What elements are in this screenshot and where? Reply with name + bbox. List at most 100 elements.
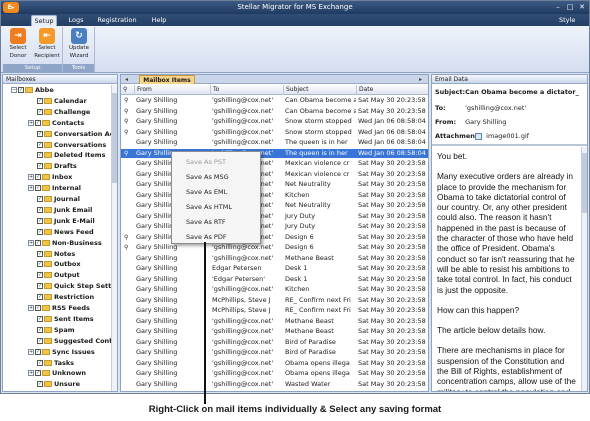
mail-row[interactable]: Gary Shilling 'gshilling@cox.net' Obama op… <box>121 369 428 378</box>
folder-checkbox[interactable]: ✓ <box>35 370 41 377</box>
tree-item[interactable]: ✓ Conversations <box>28 140 106 150</box>
folder-checkbox[interactable]: ✓ <box>37 294 43 301</box>
tree-item[interactable]: ✓ Challenge <box>28 107 90 117</box>
expand-icon[interactable]: + <box>28 119 34 126</box>
mail-row[interactable]: ⚲ Gary Shilling 'gshilling@cox.net' Snow st… <box>121 117 428 126</box>
mail-row[interactable]: Gary Shilling'gshilling@cox.net'Jury Dut… <box>121 222 428 231</box>
folder-checkbox[interactable]: ✓ <box>37 196 43 202</box>
menu-item-save-as-pdf[interactable]: Save As PDF <box>172 230 260 245</box>
mail-row[interactable]: Gary Shilling'gshilling@cox.net'Net Neut… <box>121 201 428 210</box>
folder-checkbox[interactable]: ✓ <box>35 119 41 126</box>
mail-row[interactable]: ⚲ Gary Shilling 'gshilling@cox.net' Snow st… <box>121 128 428 137</box>
folder-checkbox[interactable]: ✓ <box>37 250 43 257</box>
mail-row[interactable]: ⚲ Gary Shilling 'gshilling@cox.net' Can Oba… <box>121 96 428 105</box>
tree-item[interactable]: + ✓ Non-Business <box>28 238 102 248</box>
tree-item[interactable]: + ✓ Contacts <box>28 118 84 128</box>
tree-item[interactable]: ✓ Conversation Actio <box>28 129 117 139</box>
folder-checkbox[interactable]: ✓ <box>37 381 43 388</box>
tree-item[interactable]: − ✓ Abbe <box>11 85 54 95</box>
tree-item[interactable]: ✓ Outbox <box>28 259 81 269</box>
select-recipient-button[interactable]: ⇤ Select Recipient <box>33 28 61 62</box>
tree-item[interactable]: ✓ Deleted Items <box>28 150 105 160</box>
tab-next-arrow-icon[interactable]: ▸ <box>419 75 422 84</box>
collapse-icon[interactable]: − <box>11 87 17 93</box>
email-body-scrollbar[interactable] <box>581 147 587 391</box>
tree-item[interactable]: ✓ Spam <box>28 325 75 335</box>
tree-item[interactable]: ✓ Junk E-Mail <box>28 216 95 226</box>
tree-item[interactable]: + ✓ Sync Issues <box>28 347 95 357</box>
expand-icon[interactable]: + <box>28 239 34 246</box>
close-button[interactable]: ✕ <box>577 3 587 12</box>
tab-mailbox-items[interactable]: Mailbox Items <box>139 75 195 84</box>
folder-checkbox[interactable]: ✓ <box>35 185 41 192</box>
mail-row[interactable]: Gary Shilling Edgar Petersen Desk 1 Sat May… <box>121 264 428 273</box>
mail-row[interactable]: Gary Shilling'gshilling@cox.net'Mexican … <box>121 159 428 168</box>
expand-icon[interactable]: + <box>28 305 34 311</box>
folder-checkbox[interactable]: ✓ <box>37 315 43 322</box>
column-date[interactable]: Date <box>356 85 428 95</box>
tab-prev-arrow-icon[interactable]: ◂ <box>125 75 128 84</box>
folder-checkbox[interactable]: ✓ <box>35 348 41 355</box>
menu-item-save-as-eml[interactable]: Save As EML <box>172 185 260 200</box>
mail-row[interactable]: Gary Shilling McPhillips, Steve J RE_ Conf… <box>121 296 428 305</box>
folder-checkbox[interactable]: ✓ <box>35 305 41 311</box>
mail-row[interactable]: Gary Shilling 'gshilling@cox.net' Bird of … <box>121 338 428 347</box>
column-attachment-icon[interactable]: ⚲ <box>121 85 134 95</box>
tree-item[interactable]: ✓ Quick Step Setting <box>28 281 117 291</box>
expand-icon[interactable]: + <box>28 370 34 377</box>
tab-registration[interactable]: Registration <box>93 15 141 26</box>
minimize-button[interactable]: – <box>553 3 563 12</box>
tab-setup[interactable]: Setup <box>31 15 57 26</box>
folder-checkbox[interactable]: ✓ <box>37 217 43 224</box>
tree-item[interactable]: ✓ Restriction <box>28 292 94 302</box>
mail-row[interactable]: ⚲Gary Shilling'gshilling@cox.net'Design … <box>121 233 428 242</box>
tree-item[interactable]: ✓ News Feed <box>28 227 94 237</box>
tab-logs[interactable]: Logs <box>63 15 89 26</box>
folder-checkbox[interactable]: ✓ <box>37 261 43 268</box>
maximize-button[interactable]: □ <box>565 3 575 12</box>
attachment-value[interactable]: image001.gif <box>486 132 529 140</box>
mail-row[interactable]: Gary Shilling 'gshilling@cox.net' Methane … <box>121 317 428 326</box>
tree-item[interactable]: + ✓ Inbox <box>28 172 72 182</box>
folder-checkbox[interactable]: ✓ <box>37 206 43 213</box>
folder-checkbox[interactable]: ✓ <box>37 163 43 170</box>
folder-checkbox[interactable]: ✓ <box>37 108 43 115</box>
mail-row[interactable]: Gary Shilling 'gshilling@cox.net' Wasted W… <box>121 380 428 389</box>
mail-row[interactable]: Gary Shilling 'Edgar Petersen' Desk 1 Sat M… <box>121 275 428 284</box>
tree-item[interactable]: ✓ Sent Items <box>28 314 94 324</box>
tree-item[interactable]: + ✓ Internal <box>28 183 81 193</box>
mail-row[interactable]: Gary Shilling 'gshilling@cox.net' Methane … <box>121 327 428 336</box>
folder-checkbox[interactable]: ✓ <box>37 141 43 148</box>
tree-item[interactable]: ✓ Notes <box>28 249 75 259</box>
expand-icon[interactable]: + <box>28 185 34 192</box>
mail-row[interactable]: Gary Shilling 'gshilling@cox.net' Methane … <box>121 254 428 263</box>
expand-icon[interactable]: + <box>28 174 34 181</box>
folder-checkbox[interactable]: ✓ <box>37 326 43 333</box>
menu-item-save-as-rtf[interactable]: Save As RTF <box>172 215 260 230</box>
folder-checkbox[interactable]: ✓ <box>37 337 43 344</box>
mail-row[interactable]: Gary Shilling'gshilling@cox.net'KitchenS… <box>121 191 428 200</box>
email-body-scroll-thumb[interactable] <box>582 153 587 213</box>
select-donor-button[interactable]: ⇥ Select Donor <box>4 28 32 62</box>
folder-checkbox[interactable]: ✓ <box>37 272 43 279</box>
mail-row[interactable]: Gary Shilling'gshilling@cox.net'Jury Dut… <box>121 212 428 221</box>
mail-row[interactable]: Gary Shilling 'gshilling@cox.net' Obama op… <box>121 359 428 368</box>
tree-item[interactable]: ✓ Drafts <box>28 161 77 171</box>
update-wizard-button[interactable]: ↻ Update Wizard <box>65 28 93 62</box>
tree-scroll-thumb[interactable] <box>112 93 117 183</box>
column-from[interactable]: From <box>134 85 210 95</box>
mail-row[interactable]: ⚲Gary Shilling'gshilling@cox.net'The que… <box>121 148 428 158</box>
folder-checkbox[interactable]: ✓ <box>35 174 41 181</box>
mail-row[interactable]: ⚲Gary Shilling'gshilling@cox.net'Design … <box>121 243 428 252</box>
mail-row[interactable]: Gary Shilling'gshilling@cox.net'Net Neut… <box>121 180 428 189</box>
image-file-icon[interactable] <box>475 132 483 140</box>
tree-item[interactable]: ✓ Tasks <box>28 358 74 368</box>
menu-item-save-as-html[interactable]: Save As HTML <box>172 200 260 215</box>
folder-checkbox[interactable]: ✓ <box>18 87 24 93</box>
folder-checkbox[interactable]: ✓ <box>37 152 43 159</box>
tree-item[interactable]: + ✓ Unknown <box>28 368 86 378</box>
mail-row[interactable]: Gary Shilling'gshilling@cox.net'KitchenS… <box>121 285 428 294</box>
folder-checkbox[interactable]: ✓ <box>37 228 43 235</box>
folder-checkbox[interactable]: ✓ <box>37 97 43 104</box>
tab-help[interactable]: Help <box>147 15 171 26</box>
